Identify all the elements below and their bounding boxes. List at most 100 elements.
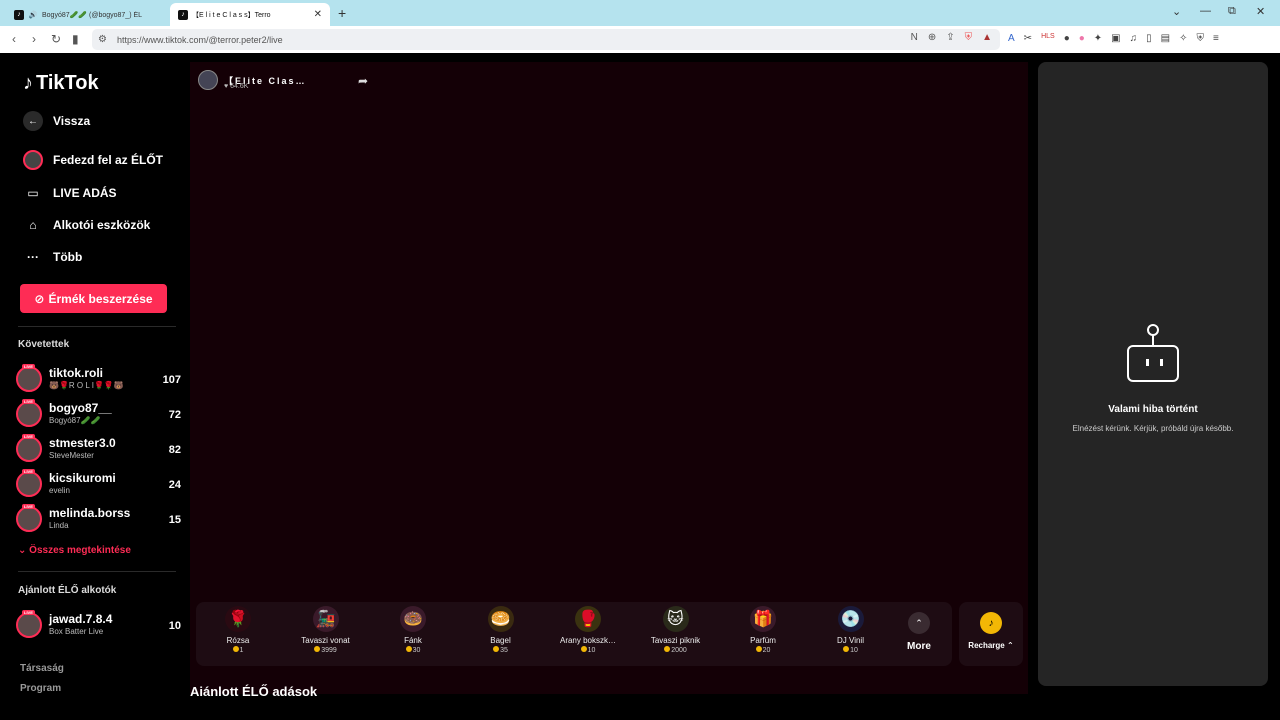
viewer-count: 10 (168, 620, 181, 632)
wallet-icon[interactable]: ▤ (1161, 33, 1170, 44)
back-label: Vissza (53, 114, 91, 128)
new-tab-icon[interactable]: + (338, 5, 346, 21)
tools-ext-icon[interactable]: ✂ (1024, 33, 1032, 44)
gift-item[interactable]: 🍩 Fánk 30 (371, 606, 455, 654)
menu-icon[interactable]: ≡ (1213, 33, 1219, 44)
back-button[interactable]: ← Vissza (23, 111, 90, 131)
gift-item[interactable]: 🥊 Arany bokszk… 10 (546, 606, 630, 654)
following-item[interactable]: LIVE kicsikuromi evelin 24 (16, 469, 181, 501)
creator-tools-icon: ⌂ (29, 218, 37, 232)
gift-image: 🐱 (662, 606, 689, 632)
recharge-button[interactable]: ♪ Recharge ⌃ (959, 602, 1023, 666)
following-name: melinda.borss (49, 506, 131, 520)
gift-price: 1 (196, 646, 280, 654)
minimize-icon[interactable]: — (1200, 5, 1211, 17)
translate-ext-icon[interactable]: A (1008, 33, 1015, 44)
gift-item[interactable]: 🥯 Bagel 35 (459, 606, 543, 654)
following-title: Követettek (18, 339, 70, 350)
zoom-icon[interactable]: ⊕ (928, 32, 936, 43)
gift-price-value: 10 (850, 647, 858, 654)
coin-icon (580, 646, 587, 652)
chevron-down-icon: ⌄ (18, 545, 30, 556)
host-avatar[interactable] (198, 70, 218, 90)
gift-item[interactable]: 🚂 Tavaszi vonat 3999 (284, 606, 368, 654)
recommended-name: jawad.7.8.4 (49, 612, 113, 626)
site-settings-icon[interactable]: ⚙ (98, 34, 107, 45)
share-icon[interactable]: ➦ (358, 74, 368, 88)
vpn-ext-icon[interactable]: ● (1064, 33, 1070, 44)
viewer-count: 107 (162, 374, 181, 386)
nav-creator-tools[interactable]: ⌂ Alkotói eszközök (23, 215, 150, 235)
following-name: bogyo87__ (49, 401, 112, 415)
gift-name: Fánk (404, 636, 422, 645)
nav-label: Alkotói eszközök (53, 218, 151, 232)
browser-tab-active[interactable]: ♪ 【E l i t e C l a s s】Terro ✕ (170, 3, 330, 26)
footer-link-company[interactable]: Társaság (20, 663, 64, 674)
music-icon[interactable]: ♫ (1130, 33, 1138, 44)
tab-search-icon[interactable]: ⌄ (1172, 5, 1181, 18)
rewards-icon[interactable]: ▲ (982, 32, 992, 43)
translate-icon[interactable]: N (911, 32, 918, 43)
gift-price-value: 1 (239, 647, 244, 654)
url-field[interactable]: ⚙ https://www.tiktok.com/@terror.peter2/… (92, 29, 1000, 50)
tiktok-favicon-icon: ♪ (178, 9, 188, 20)
coin-icon (405, 646, 412, 652)
shield-icon[interactable]: ⛨ (965, 32, 973, 43)
gift-item[interactable]: 🐱 Tavaszi piknik 2000 (634, 606, 718, 654)
coin-icon: ⊘ (34, 291, 45, 306)
hls-ext-icon[interactable]: HLS (1041, 33, 1055, 44)
more-label: More (907, 641, 931, 652)
viewer-count: 72 (168, 409, 181, 421)
likes-count: 64.6K (230, 83, 249, 90)
host-info[interactable]: 【Elite Clas… ♥ 64.6K (198, 70, 307, 90)
gift-item[interactable]: 💿 DJ Vinil 10 (809, 606, 893, 654)
share-page-icon[interactable]: ⇪ (946, 32, 954, 43)
bookmark-icon[interactable]: ▮ (72, 32, 79, 46)
footer-link-program[interactable]: Program (20, 683, 61, 694)
following-item[interactable]: LIVE melinda.borss Linda 15 (16, 504, 181, 536)
sidebar-toggle-icon[interactable]: ▯ (1146, 33, 1152, 44)
following-item[interactable]: LIVE tiktok.roli 🐻🌹R O L I🌹🌹🐻 107 (16, 364, 181, 396)
live-video-player[interactable]: 【Elite Clas… ♥ 64.6K ➦ (190, 62, 1028, 694)
coin-icon (664, 646, 671, 652)
nav-explore-live[interactable]: Fedezd fel az ÉLŐT (23, 150, 163, 170)
gift-item[interactable]: 🎁 Parfüm 20 (721, 606, 805, 654)
gift-image: 🍩 (400, 606, 426, 632)
gift-price: 2000 (634, 646, 718, 654)
more-gifts-button[interactable]: ⌃ More (896, 612, 942, 652)
tiktok-logo[interactable]: ♪ TikTok (23, 72, 99, 95)
error-title: Valami hiba történt (1108, 404, 1198, 415)
browser-tab-inactive[interactable]: ♪ 🔊 Bogyó87🥒🥒 (@bogyo87_) ÉL (6, 3, 166, 26)
screenshot-icon[interactable]: ▣ (1111, 33, 1120, 44)
nav-more[interactable]: ··· Több (23, 247, 82, 267)
coin-icon (314, 646, 321, 652)
ai-icon[interactable]: ✧ (1179, 33, 1187, 44)
avatar-icon (23, 150, 43, 170)
following-sub: Bogyó87🥒🥒 (49, 416, 101, 425)
browser-chrome: ♪ 🔊 Bogyó87🥒🥒 (@bogyo87_) ÉL ♪ 【E l i t … (0, 0, 1280, 53)
back-nav-icon[interactable]: ‹ (12, 32, 16, 46)
color-ext-icon[interactable]: ● (1079, 33, 1085, 44)
recommended-item[interactable]: LIVE jawad.7.8.4 Box Batter Live 10 (16, 610, 181, 642)
following-name: tiktok.roli (49, 366, 104, 380)
gift-name: DJ Vinil (837, 636, 864, 645)
restore-icon[interactable]: ⧉ (1228, 5, 1236, 18)
forward-nav-icon[interactable]: › (32, 32, 36, 46)
following-item[interactable]: LIVE bogyo87__ Bogyó87🥒🥒 72 (16, 399, 181, 431)
following-item[interactable]: LIVE stmester3.0 SteveMester 82 (16, 434, 181, 466)
avatar: LIVE (16, 434, 42, 462)
host-likes: ♥ 64.6K (224, 83, 249, 90)
arrow-left-icon: ← (23, 111, 43, 131)
puzzle-icon[interactable]: ✦ (1094, 33, 1102, 44)
see-all-link[interactable]: ⌄ Összes megtekintése (18, 545, 131, 556)
close-tab-icon[interactable]: ✕ (314, 9, 322, 20)
nav-go-live[interactable]: ▭ LIVE ADÁS (23, 183, 116, 203)
gift-price-value: 10 (587, 647, 596, 654)
gift-item[interactable]: 🌹 Rózsa 1 (196, 606, 280, 654)
gift-name: Tavaszi piknik (650, 636, 701, 645)
vpn-shield-icon[interactable]: ⛨ (1196, 33, 1204, 44)
close-window-icon[interactable]: ✕ (1256, 5, 1265, 18)
gift-price-value: 35 (500, 647, 508, 654)
get-coins-button[interactable]: ⊘ Érmék beszerzése (20, 284, 167, 313)
reload-icon[interactable]: ↻ (51, 32, 61, 46)
